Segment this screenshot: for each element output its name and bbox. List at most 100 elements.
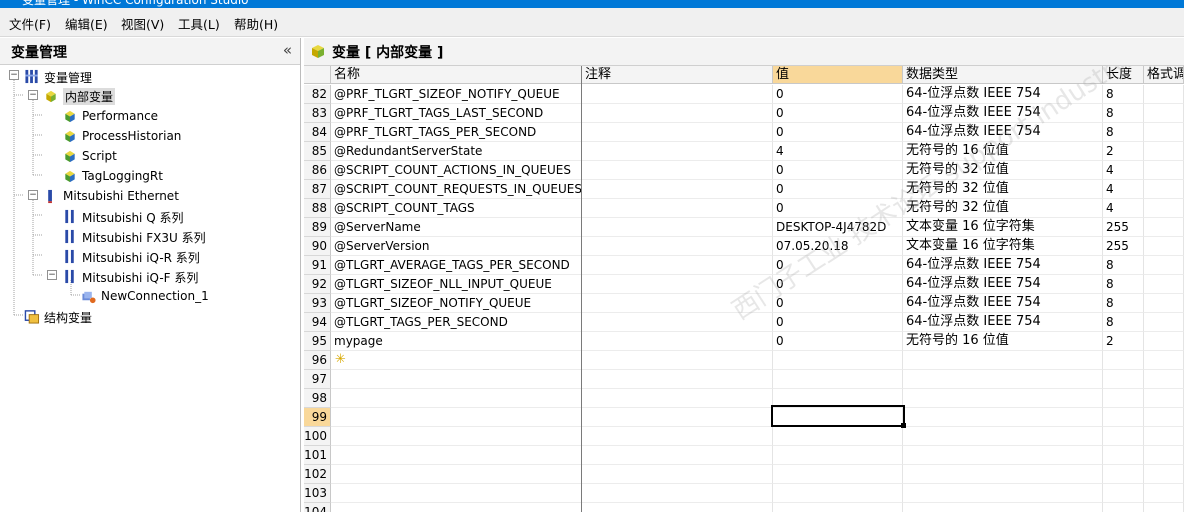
cell-length[interactable] bbox=[1103, 351, 1144, 370]
collapse-root-toggle[interactable]: − bbox=[9, 70, 19, 80]
cell-datatype[interactable]: 64-位浮点数 IEEE 754 bbox=[903, 104, 1103, 123]
cell-length[interactable]: 8 bbox=[1103, 123, 1144, 142]
cell-comment[interactable] bbox=[582, 427, 773, 446]
menu-tools[interactable]: 工具(L) bbox=[178, 14, 220, 33]
row-number[interactable]: 85 bbox=[304, 142, 331, 161]
cell-name[interactable]: @PRF_TLGRT_TAGS_PER_SECOND bbox=[331, 123, 582, 142]
cell-length[interactable] bbox=[1103, 389, 1144, 408]
cell-name[interactable] bbox=[331, 351, 582, 370]
cell-length[interactable]: 8 bbox=[1103, 294, 1144, 313]
column-header-value[interactable]: 值 bbox=[773, 66, 903, 84]
cell-name[interactable] bbox=[331, 446, 582, 465]
cell-datatype[interactable] bbox=[903, 503, 1103, 512]
fill-handle[interactable] bbox=[901, 423, 906, 428]
cell-value[interactable] bbox=[773, 484, 903, 503]
cell-comment[interactable] bbox=[582, 104, 773, 123]
row-number[interactable]: 95 bbox=[304, 332, 331, 351]
cell-value[interactable]: 0 bbox=[773, 180, 903, 199]
row-number[interactable]: 96 bbox=[304, 351, 331, 370]
row-number[interactable]: 97 bbox=[304, 370, 331, 389]
row-number[interactable]: 83 bbox=[304, 104, 331, 123]
cell-name[interactable] bbox=[331, 465, 582, 484]
cell-value[interactable]: 0 bbox=[773, 123, 903, 142]
cell-length[interactable] bbox=[1103, 370, 1144, 389]
collapse-iq-f-toggle[interactable]: − bbox=[47, 270, 57, 280]
cell-format[interactable] bbox=[1144, 180, 1184, 199]
cell-comment[interactable] bbox=[582, 256, 773, 275]
cell-format[interactable] bbox=[1144, 275, 1184, 294]
menu-view[interactable]: 视图(V) bbox=[121, 14, 164, 33]
cell-datatype[interactable]: 无符号的 16 位值 bbox=[903, 332, 1103, 351]
cell-comment[interactable] bbox=[582, 237, 773, 256]
row-header-corner[interactable] bbox=[304, 66, 331, 84]
cell-length[interactable]: 4 bbox=[1103, 199, 1144, 218]
cell-format[interactable] bbox=[1144, 161, 1184, 180]
cell-datatype[interactable]: 64-位浮点数 IEEE 754 bbox=[903, 313, 1103, 332]
cell-name[interactable]: @ServerName bbox=[331, 218, 582, 237]
cell-comment[interactable] bbox=[582, 332, 773, 351]
cell-datatype[interactable] bbox=[903, 427, 1103, 446]
cell-name[interactable]: mypage bbox=[331, 332, 582, 351]
menu-help[interactable]: 帮助(H) bbox=[234, 14, 278, 33]
cell-name[interactable]: @SCRIPT_COUNT_TAGS bbox=[331, 199, 582, 218]
cell-datatype[interactable] bbox=[903, 446, 1103, 465]
cell-comment[interactable] bbox=[582, 294, 773, 313]
cell-datatype[interactable]: 64-位浮点数 IEEE 754 bbox=[903, 256, 1103, 275]
cell-datatype[interactable]: 无符号的 32 位值 bbox=[903, 161, 1103, 180]
cell-format[interactable] bbox=[1144, 389, 1184, 408]
row-number[interactable]: 82 bbox=[304, 85, 331, 104]
cell-format[interactable] bbox=[1144, 351, 1184, 370]
row-number[interactable]: 88 bbox=[304, 199, 331, 218]
cell-name[interactable]: @SCRIPT_COUNT_ACTIONS_IN_QUEUES bbox=[331, 161, 582, 180]
cell-length[interactable] bbox=[1103, 484, 1144, 503]
column-header-format[interactable]: 格式调 bbox=[1144, 66, 1184, 84]
cell-comment[interactable] bbox=[582, 370, 773, 389]
cell-datatype[interactable] bbox=[903, 408, 1103, 427]
cell-name[interactable]: @TLGRT_SIZEOF_NLL_INPUT_QUEUE bbox=[331, 275, 582, 294]
cell-datatype[interactable]: 文本变量 16 位字符集 bbox=[903, 218, 1103, 237]
row-number[interactable]: 102 bbox=[304, 465, 331, 484]
cell-name[interactable] bbox=[331, 408, 582, 427]
cell-value[interactable]: 0 bbox=[773, 85, 903, 104]
row-number[interactable]: 84 bbox=[304, 123, 331, 142]
row-number[interactable]: 91 bbox=[304, 256, 331, 275]
row-number[interactable]: 90 bbox=[304, 237, 331, 256]
cell-format[interactable] bbox=[1144, 370, 1184, 389]
cell-name[interactable]: @TLGRT_SIZEOF_NOTIFY_QUEUE bbox=[331, 294, 582, 313]
row-number[interactable]: 89 bbox=[304, 218, 331, 237]
cell-name[interactable]: @PRF_TLGRT_TAGS_LAST_SECOND bbox=[331, 104, 582, 123]
cell-value[interactable]: 0 bbox=[773, 256, 903, 275]
cell-length[interactable] bbox=[1103, 408, 1144, 427]
cell-value[interactable]: 0 bbox=[773, 294, 903, 313]
cell-length[interactable]: 2 bbox=[1103, 332, 1144, 351]
collapse-pane-icon[interactable]: « bbox=[283, 41, 292, 59]
menu-edit[interactable]: 编辑(E) bbox=[65, 14, 108, 33]
cell-comment[interactable] bbox=[582, 484, 773, 503]
cell-length[interactable]: 4 bbox=[1103, 161, 1144, 180]
cell-length[interactable]: 8 bbox=[1103, 275, 1144, 294]
cell-datatype[interactable]: 无符号的 32 位值 bbox=[903, 180, 1103, 199]
cell-value[interactable]: 4 bbox=[773, 142, 903, 161]
cell-length[interactable]: 8 bbox=[1103, 313, 1144, 332]
cell-value[interactable] bbox=[773, 370, 903, 389]
cell-datatype[interactable]: 64-位浮点数 IEEE 754 bbox=[903, 275, 1103, 294]
cell-name[interactable]: @ServerVersion bbox=[331, 237, 582, 256]
cell-format[interactable] bbox=[1144, 218, 1184, 237]
collapse-driver-toggle[interactable]: − bbox=[28, 190, 38, 200]
cell-length[interactable]: 255 bbox=[1103, 237, 1144, 256]
cell-value[interactable]: DESKTOP-4J4782D bbox=[773, 218, 903, 237]
row-number[interactable]: 93 bbox=[304, 294, 331, 313]
cell-length[interactable]: 8 bbox=[1103, 104, 1144, 123]
cell-comment[interactable] bbox=[582, 142, 773, 161]
column-header-name[interactable]: 名称 bbox=[331, 66, 582, 84]
cell-format[interactable] bbox=[1144, 503, 1184, 512]
cell-value[interactable]: 0 bbox=[773, 104, 903, 123]
cell-comment[interactable] bbox=[582, 408, 773, 427]
cell-comment[interactable] bbox=[582, 503, 773, 512]
cell-value[interactable]: 0 bbox=[773, 275, 903, 294]
cell-comment[interactable] bbox=[582, 199, 773, 218]
cell-format[interactable] bbox=[1144, 199, 1184, 218]
cell-value[interactable]: 0 bbox=[773, 313, 903, 332]
cell-length[interactable] bbox=[1103, 503, 1144, 512]
cell-name[interactable] bbox=[331, 503, 582, 512]
